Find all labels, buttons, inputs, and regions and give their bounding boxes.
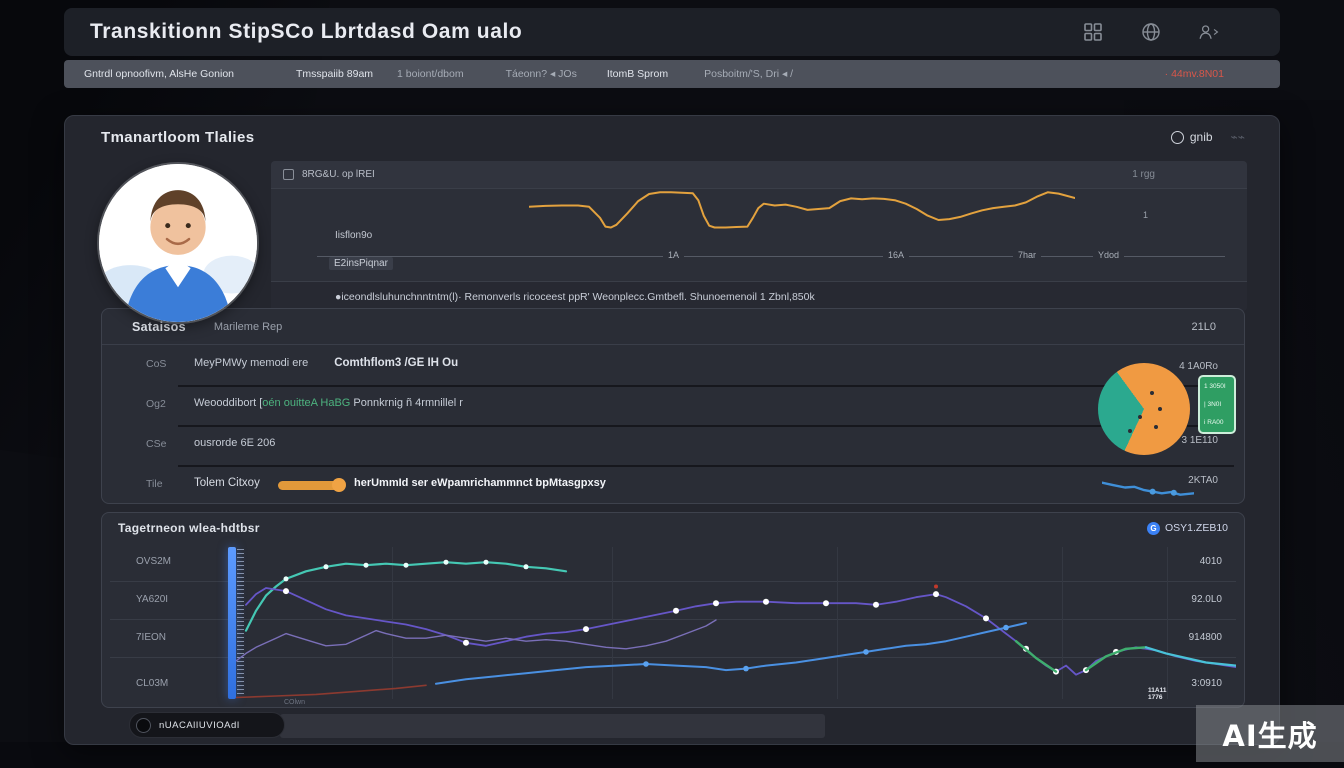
timeline-header-value: OSY1.ZEB10	[1165, 522, 1228, 534]
overview-point-label: 1	[1143, 210, 1148, 220]
nav-bar: Gntrdl opnoofivm, AlsHe Gonion Tmsspaiib…	[64, 60, 1280, 88]
timeline-header-right: G OSY1.ZEB10	[1147, 522, 1228, 535]
panel-title: Tmanartloom Tlalies	[101, 129, 254, 146]
refresh-button[interactable]: gnib	[1171, 130, 1213, 144]
overview-header-right: 1 rgg	[1132, 169, 1155, 180]
overview-axis-line	[317, 256, 1225, 257]
table-row[interactable]: CSe ousrorde 6E 206	[102, 425, 1244, 465]
share-icon[interactable]: ⌁⌁	[1231, 130, 1245, 144]
pie-data-dot	[1150, 391, 1154, 395]
row-value: 3 1E110	[1181, 435, 1218, 446]
pie-data-dot	[1154, 425, 1158, 429]
chart-type-icon	[283, 169, 294, 180]
overview-section: 8RG&U. op lREI 1 rgg 1A 16A 7har Ydod Ii…	[271, 161, 1247, 311]
pie-data-dot	[1138, 415, 1142, 419]
timeline-line-chart	[236, 547, 1236, 699]
distribution-pie-chart	[1098, 363, 1190, 455]
timeline-header: Tagetrneon wlea-hdtbsr G OSY1.ZEB10	[102, 513, 1244, 543]
nav-item-itomb[interactable]: ItomB Sprom	[607, 68, 668, 80]
x-tick: 1A	[663, 250, 684, 260]
refresh-label: gnib	[1190, 130, 1213, 144]
row-label: Og2	[146, 398, 166, 410]
progress-bar	[278, 481, 338, 490]
status-table-section: Sataisos Marileme Rep 21L0 CoS MeyPMWy m…	[101, 308, 1245, 504]
badge-line: i RA00	[1204, 419, 1230, 426]
user-icon[interactable]	[1198, 21, 1220, 43]
record-icon	[136, 718, 151, 733]
overview-series-label: Iisflon9o	[335, 230, 372, 241]
row-text-strong: Comthflom3 /GE IH Ou	[334, 357, 458, 369]
row-label: Tile	[146, 478, 163, 490]
row-text-part: Weooddibort [	[194, 397, 262, 409]
row-text: Weooddibort [oén ouitteA HaBG Ponnkrnig …	[194, 397, 463, 409]
nav-item-transport[interactable]: Tmsspaiib 89am	[296, 68, 373, 80]
background-strip	[0, 742, 1344, 768]
row-text-part: MeyPMWy memodi ere	[194, 357, 308, 369]
watermark-text: AI生成	[1222, 713, 1317, 755]
status-pill-button[interactable]: nUACAlIUVIOAdI	[129, 712, 285, 738]
row-bold-text: herUmmId ser eWpamrichammnct bpMtasgpxsy	[354, 477, 606, 489]
table-row[interactable]: Tile Tolem Citxoy herUmmId ser eWpamrich…	[102, 465, 1244, 505]
timeline-row-label: 7IEON	[136, 632, 166, 643]
badge-line: | 3N0I	[1204, 401, 1230, 408]
grid-icon[interactable]	[1082, 21, 1104, 43]
x-tick: 16A	[883, 250, 909, 260]
timeline-row-label: OVS2M	[136, 556, 171, 567]
timeline-row-label: YA620I	[136, 594, 168, 605]
footnote-line: 11A11	[1148, 687, 1166, 694]
top-bar-icons	[1082, 21, 1220, 43]
legend-badge: 1 3050I | 3N0I i RA00	[1198, 375, 1236, 434]
row-label: CSe	[146, 438, 166, 450]
nav-alert-value: · 44mv.8N01	[1165, 68, 1224, 80]
overview-series-sublabel: E2insPiqnar	[329, 257, 393, 270]
table-subtitle: Marileme Rep	[214, 321, 282, 333]
row-text-part: Ponnkrnig ñ 4rmnillel r	[350, 397, 463, 409]
row-label: CoS	[146, 358, 166, 370]
row-sparkline-chart	[1102, 476, 1194, 500]
row-text: Tolem Citxoy	[194, 477, 260, 489]
panel-controls: gnib ⌁⌁	[1171, 130, 1245, 144]
avatar-photo	[99, 164, 257, 322]
overview-header: 8RG&U. op lREI 1 rgg	[271, 161, 1247, 189]
table-row[interactable]: Og2 Weooddibort [oén ouitteA HaBG Ponnkr…	[102, 385, 1244, 425]
axis-note: COlwn	[284, 699, 305, 706]
refresh-icon	[1171, 131, 1184, 144]
pie-data-dot	[1158, 407, 1162, 411]
timeline-footnote: 11A11 1776	[1148, 687, 1166, 701]
globe-icon[interactable]	[1140, 21, 1162, 43]
x-tick: Ydod	[1093, 250, 1124, 260]
ai-watermark: AI生成	[1196, 705, 1344, 762]
progress-bar-dot	[332, 478, 346, 492]
table-row[interactable]: CoS MeyPMWy memodi ere Comthflom3 /GE IH …	[102, 345, 1244, 385]
top-bar: Transkitionn StipSCo Lbrtdasd Oam ualo	[64, 8, 1280, 56]
row-text-green: oén ouitteA HaBG	[262, 397, 350, 409]
row-value: 4 1A0Ro	[1179, 361, 1218, 372]
nav-item-boiont[interactable]: 1 boiont/dbom	[397, 68, 464, 80]
app-title: Transkitionn StipSCo Lbrtdasd Oam ualo	[90, 20, 522, 44]
timeline-section: Tagetrneon wlea-hdtbsr G OSY1.ZEB10 OVS2…	[101, 512, 1245, 708]
user-avatar[interactable]	[99, 164, 257, 322]
badge-line: 1 3050I	[1204, 383, 1230, 390]
nav-item-taeonn[interactable]: Táeonn? ◂ JOs	[506, 68, 577, 80]
row-text: ousrorde 6E 206	[194, 437, 275, 449]
overview-line-chart	[529, 187, 1075, 231]
footer-band	[280, 714, 825, 738]
pie-data-dot	[1128, 429, 1132, 433]
table-header-value: 21L0	[1192, 321, 1216, 333]
status-pill-label: nUACAlIUVIOAdI	[159, 720, 240, 731]
footnote-line: 1776	[1148, 694, 1166, 701]
x-tick: 7har	[1013, 250, 1041, 260]
overview-description: ●iceondlsluhunchnntntm(l)· Remonverls ri…	[271, 281, 1247, 311]
axis-highlight-bar	[228, 547, 236, 699]
nav-item-operations[interactable]: Gntrdl opnoofivm, AlsHe Gonion	[84, 68, 234, 80]
timeline-row-label: CL03M	[136, 678, 168, 689]
g-badge-icon: G	[1147, 522, 1160, 535]
timeline-title: Tagetrneon wlea-hdtbsr	[118, 521, 260, 535]
table-header: Sataisos Marileme Rep 21L0	[102, 309, 1244, 345]
app-root: Transkitionn StipSCo Lbrtdasd Oam ualo G…	[0, 0, 1344, 768]
nav-item-posboitm[interactable]: Posboitm/'S, Dri ◂ /	[704, 68, 793, 80]
main-panel: Tmanartloom Tlalies gnib ⌁⌁ 8RG&U. op lR…	[64, 115, 1280, 745]
overview-header-label: 8RG&U. op lREI	[302, 169, 375, 180]
row-text: MeyPMWy memodi ere Comthflom3 /GE IH Ou	[194, 357, 458, 369]
